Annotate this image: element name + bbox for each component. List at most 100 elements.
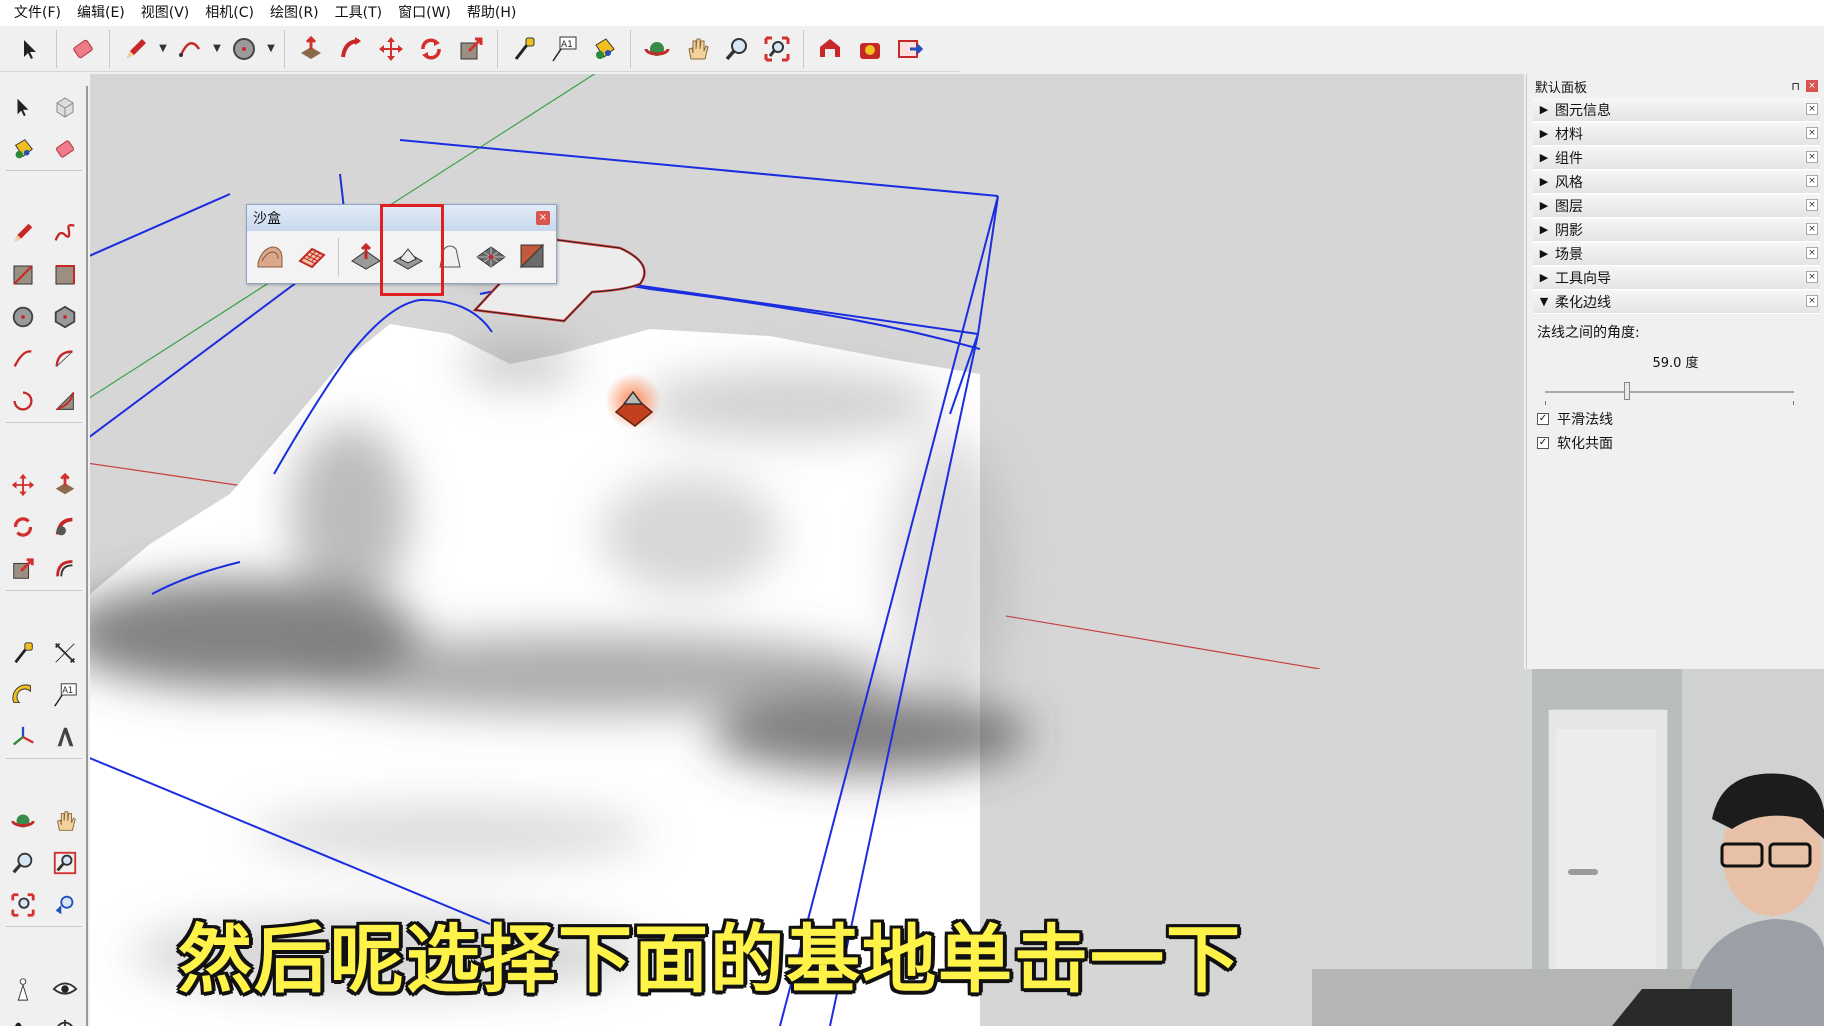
- menu-draw[interactable]: 绘图(R): [262, 0, 327, 26]
- smoove-button[interactable]: [345, 235, 387, 279]
- menu-file[interactable]: 文件(F): [6, 0, 69, 26]
- menu-help[interactable]: 帮助(H): [459, 0, 524, 26]
- arc-tool-button[interactable]: [170, 29, 210, 69]
- close-icon[interactable]: ×: [1806, 175, 1818, 187]
- move-tool-button[interactable]: [371, 29, 411, 69]
- follow-me-tool-button[interactable]: [44, 506, 86, 548]
- rotate-tool-button[interactable]: [2, 506, 44, 548]
- stamp-button[interactable]: [387, 235, 429, 279]
- 3d-text-tool-button[interactable]: [44, 716, 86, 758]
- chevron-down-icon[interactable]: ▼: [264, 43, 278, 54]
- chevron-down-icon[interactable]: ▼: [156, 43, 170, 54]
- pie-tool-button[interactable]: [44, 380, 86, 422]
- tape-measure-tool-button[interactable]: [504, 29, 544, 69]
- circle-tool-button[interactable]: [224, 29, 264, 69]
- section-styles[interactable]: ▶ 风格 ×: [1533, 170, 1820, 194]
- paint-bucket-tool-button[interactable]: [2, 128, 44, 170]
- move-tool-button[interactable]: [2, 464, 44, 506]
- make-component-button[interactable]: [44, 86, 86, 128]
- soften-coplanar-row[interactable]: ✓ 软化共面: [1537, 433, 1814, 453]
- walk-tool-button[interactable]: [2, 1010, 44, 1026]
- line-tool-button[interactable]: [2, 212, 44, 254]
- sandbox-title-bar[interactable]: 沙盒 ×: [247, 205, 556, 231]
- eraser-tool-button[interactable]: [63, 29, 103, 69]
- share-model-button[interactable]: [890, 29, 930, 69]
- section-scenes[interactable]: ▶ 场景 ×: [1533, 242, 1820, 266]
- dimension-tool-button[interactable]: [44, 632, 86, 674]
- modeling-viewport[interactable]: 沙盒 ×: [90, 74, 1524, 1026]
- rotated-rectangle-tool-button[interactable]: [44, 254, 86, 296]
- close-icon[interactable]: ×: [1806, 103, 1818, 115]
- menu-edit[interactable]: 编辑(E): [69, 0, 133, 26]
- select-tool-button[interactable]: [2, 86, 44, 128]
- zoom-extents-tool-button[interactable]: [757, 29, 797, 69]
- zoom-window-tool-button[interactable]: [44, 842, 86, 884]
- section-shadows[interactable]: ▶ 阴影 ×: [1533, 218, 1820, 242]
- pan-tool-button[interactable]: [44, 800, 86, 842]
- eraser-tool-button[interactable]: [44, 128, 86, 170]
- section-components[interactable]: ▶ 组件 ×: [1533, 146, 1820, 170]
- text-tool-button[interactable]: A1: [544, 29, 584, 69]
- menu-tools[interactable]: 工具(T): [327, 0, 390, 26]
- close-icon[interactable]: ×: [1806, 223, 1818, 235]
- chevron-down-icon[interactable]: ▼: [210, 43, 224, 54]
- warehouse-button[interactable]: [810, 29, 850, 69]
- menu-view[interactable]: 视图(V): [133, 0, 198, 26]
- orbit-tool-button[interactable]: [2, 800, 44, 842]
- section-plane-tool-button[interactable]: [44, 1010, 86, 1026]
- circle-tool-button[interactable]: [2, 296, 44, 338]
- menu-camera[interactable]: 相机(C): [197, 0, 262, 26]
- close-icon[interactable]: ×: [1806, 295, 1818, 307]
- follow-me-tool-button[interactable]: [331, 29, 371, 69]
- look-around-tool-button[interactable]: [44, 968, 86, 1010]
- add-detail-button[interactable]: [471, 235, 513, 279]
- scale-tool-button[interactable]: [451, 29, 491, 69]
- pan-tool-button[interactable]: [677, 29, 717, 69]
- push-pull-tool-button[interactable]: [44, 464, 86, 506]
- section-soften-edges[interactable]: ▼ 柔化边线 ×: [1533, 290, 1820, 314]
- close-icon[interactable]: ×: [1806, 271, 1818, 283]
- smooth-normals-row[interactable]: ✓ 平滑法线: [1537, 409, 1814, 429]
- text-tool-button[interactable]: A1: [44, 674, 86, 716]
- three-point-arc-tool-button[interactable]: [2, 380, 44, 422]
- position-camera-tool-button[interactable]: [2, 968, 44, 1010]
- close-icon[interactable]: ×: [1806, 199, 1818, 211]
- tape-measure-tool-button[interactable]: [2, 632, 44, 674]
- tray-close-button[interactable]: ×: [1806, 80, 1818, 92]
- drape-button[interactable]: [429, 235, 471, 279]
- angle-slider[interactable]: [1537, 379, 1814, 405]
- zoom-tool-button[interactable]: [717, 29, 757, 69]
- close-icon[interactable]: ×: [1806, 151, 1818, 163]
- from-contours-button[interactable]: [249, 235, 291, 279]
- offset-tool-button[interactable]: [44, 548, 86, 590]
- close-icon[interactable]: ×: [1806, 127, 1818, 139]
- protractor-tool-button[interactable]: [2, 674, 44, 716]
- freehand-tool-button[interactable]: [44, 212, 86, 254]
- arc-tool-button[interactable]: [2, 338, 44, 380]
- axes-tool-button[interactable]: [2, 716, 44, 758]
- from-scratch-button[interactable]: [291, 235, 333, 279]
- section-entity-info[interactable]: ▶ 图元信息 ×: [1533, 98, 1820, 122]
- extension-warehouse-button[interactable]: [850, 29, 890, 69]
- menu-window[interactable]: 窗口(W): [390, 0, 459, 26]
- slider-thumb[interactable]: [1624, 382, 1631, 400]
- section-layers[interactable]: ▶ 图层 ×: [1533, 194, 1820, 218]
- push-pull-tool-button[interactable]: [291, 29, 331, 69]
- pin-icon[interactable]: ⊓: [1791, 80, 1800, 93]
- polygon-tool-button[interactable]: [44, 296, 86, 338]
- paint-bucket-tool-button[interactable]: [584, 29, 624, 69]
- pencil-tool-button[interactable]: [116, 29, 156, 69]
- rotate-tool-button[interactable]: [411, 29, 451, 69]
- close-icon[interactable]: ×: [1806, 247, 1818, 259]
- zoom-tool-button[interactable]: [2, 842, 44, 884]
- sandbox-close-button[interactable]: ×: [536, 211, 550, 225]
- flip-edge-button[interactable]: [512, 235, 554, 279]
- section-materials[interactable]: ▶ 材料 ×: [1533, 122, 1820, 146]
- scale-tool-button[interactable]: [2, 548, 44, 590]
- orbit-tool-button[interactable]: [637, 29, 677, 69]
- zoom-extents-tool-button[interactable]: [2, 884, 44, 926]
- soften-coplanar-checkbox[interactable]: ✓: [1537, 437, 1549, 449]
- two-point-arc-tool-button[interactable]: [44, 338, 86, 380]
- smooth-normals-checkbox[interactable]: ✓: [1537, 413, 1549, 425]
- select-tool-button[interactable]: [10, 29, 50, 69]
